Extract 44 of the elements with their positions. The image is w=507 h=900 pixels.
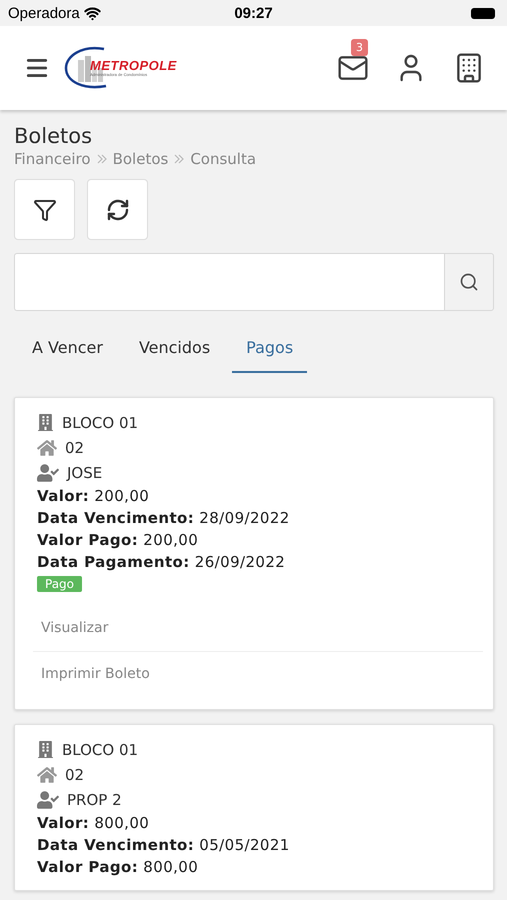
logo-name-text: METROPOLE	[90, 58, 177, 72]
user-check-icon	[37, 462, 59, 484]
status-tag: Pago	[37, 576, 82, 592]
clock-text: 09:27	[234, 4, 273, 22]
building-icon	[37, 741, 54, 758]
house-icon	[37, 764, 57, 784]
detail-text: Data Vencimento: 28/09/2022	[37, 508, 291, 529]
search-icon	[459, 272, 479, 292]
refresh-icon	[106, 198, 130, 222]
card-action-link[interactable]: Imprimir Boleto	[37, 652, 483, 697]
unit-text: 02	[65, 438, 84, 456]
unread-count-badge: 3	[351, 39, 368, 56]
tab[interactable]: Vencidos	[124, 327, 224, 373]
card-action-link[interactable]: Visualizar	[37, 606, 483, 651]
user-check-icon	[37, 788, 59, 810]
breadcrumb-link[interactable]: Financeiro	[14, 150, 91, 168]
owner-text: JOSE	[67, 464, 102, 482]
breadcrumb-link[interactable]: Consulta	[190, 150, 256, 168]
block-text: BLOCO 01	[62, 414, 138, 432]
tab[interactable]: Pagos	[232, 327, 308, 373]
double-chevron-icon	[96, 154, 107, 164]
filter-button[interactable]	[14, 179, 75, 240]
page-title: Boletos	[14, 124, 94, 148]
block-text: BLOCO 01	[62, 740, 138, 758]
detail-text: Data Vencimento: 05/05/2021	[37, 835, 291, 856]
search-field[interactable]	[14, 253, 444, 311]
filter-icon	[32, 198, 56, 222]
refresh-button[interactable]	[87, 179, 148, 240]
unit-text: 02	[65, 766, 84, 784]
tab[interactable]: A Vencer	[18, 327, 117, 373]
detail-text: Valor Pago: 800,00	[37, 857, 200, 878]
building-icon	[37, 414, 54, 431]
battery-icon	[471, 8, 495, 18]
detail-text: Valor: 200,00	[37, 486, 150, 507]
breadcrumb-link[interactable]: Boletos	[112, 150, 168, 168]
search-button[interactable]	[444, 253, 494, 311]
detail-text: Valor Pago: 200,00	[37, 530, 200, 551]
detail-text: Valor: 800,00	[37, 813, 150, 834]
carrier-text: Operadora	[8, 4, 80, 22]
double-chevron-icon	[174, 154, 184, 164]
detail-text: Data Pagamento: 26/09/2022	[37, 552, 286, 573]
owner-text: PROP 2	[67, 790, 122, 808]
wifi-icon	[84, 4, 101, 22]
house-icon	[37, 438, 57, 458]
